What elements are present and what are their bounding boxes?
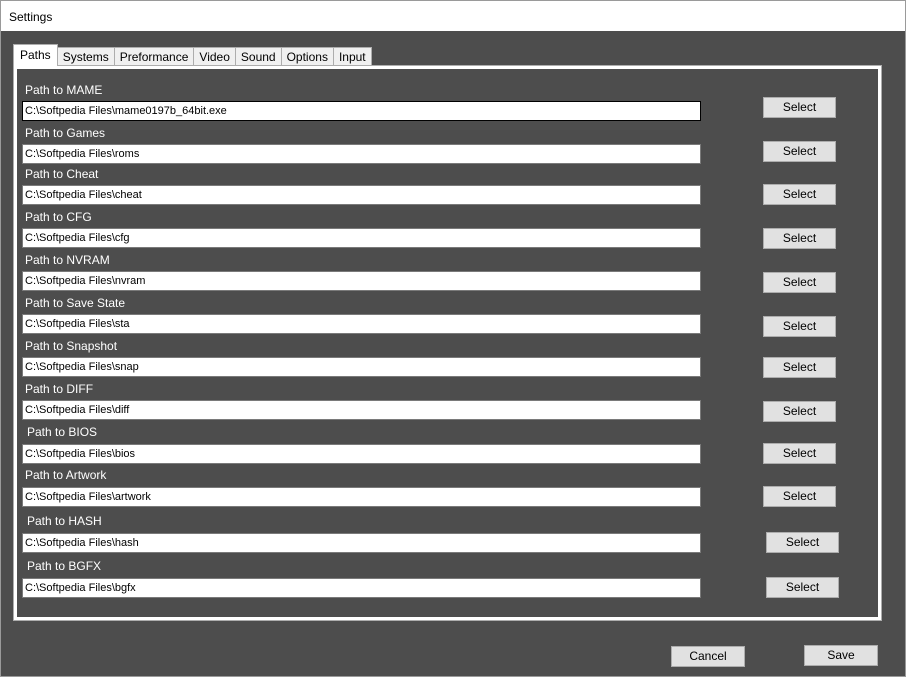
select-button-mame[interactable]: Select: [763, 97, 836, 118]
tab-sound[interactable]: Sound: [234, 47, 282, 66]
tab-video[interactable]: Video: [193, 47, 236, 66]
window-title: Settings: [9, 10, 53, 24]
save-button[interactable]: Save: [804, 645, 878, 666]
path-label-artwork: Path to Artwork: [25, 468, 107, 482]
path-label-cfg: Path to CFG: [25, 210, 92, 224]
select-button-cheat[interactable]: Select: [763, 184, 836, 205]
select-button-save-state[interactable]: Select: [763, 316, 836, 337]
select-button-hash[interactable]: Select: [766, 532, 839, 553]
path-label-bgfx: Path to BGFX: [27, 559, 102, 573]
path-input-diff[interactable]: C:\Softpedia Files\diff: [22, 400, 701, 420]
path-label-hash: Path to HASH: [27, 514, 102, 528]
path-input-games[interactable]: C:\Softpedia Files\roms: [22, 144, 701, 164]
tab-paths[interactable]: Paths: [13, 44, 58, 66]
path-input-snapshot[interactable]: C:\Softpedia Files\snap: [22, 357, 701, 377]
path-input-bios[interactable]: C:\Softpedia Files\bios: [22, 444, 701, 464]
select-button-bgfx[interactable]: Select: [766, 577, 839, 598]
tab-performance[interactable]: Preformance: [113, 47, 195, 66]
select-button-cfg[interactable]: Select: [763, 228, 836, 249]
tab-options[interactable]: Options: [280, 47, 334, 66]
select-button-artwork[interactable]: Select: [763, 486, 836, 507]
tab-strip: Paths Systems Preformance Video Sound Op…: [13, 44, 372, 66]
path-input-cfg[interactable]: C:\Softpedia Files\cfg: [22, 228, 701, 248]
tab-systems[interactable]: Systems: [56, 47, 115, 66]
path-label-snapshot: Path to Snapshot: [25, 339, 118, 353]
path-label-mame: Path to MAME: [25, 83, 103, 97]
path-label-diff: Path to DIFF: [25, 382, 94, 396]
tab-input[interactable]: Input: [332, 47, 372, 66]
select-button-games[interactable]: Select: [763, 141, 836, 162]
path-input-artwork[interactable]: C:\Softpedia Files\artwork: [22, 487, 701, 507]
select-button-nvram[interactable]: Select: [763, 272, 836, 293]
path-label-cheat: Path to Cheat: [25, 167, 99, 181]
path-label-bios: Path to BIOS: [27, 425, 98, 439]
path-input-save-state[interactable]: C:\Softpedia Files\sta: [22, 314, 701, 334]
path-input-mame[interactable]: C:\Softpedia Files\mame0197b_64bit.exe: [22, 101, 701, 121]
path-label-games: Path to Games: [25, 126, 106, 140]
cancel-button[interactable]: Cancel: [671, 646, 745, 667]
select-button-snapshot[interactable]: Select: [763, 357, 836, 378]
select-button-diff[interactable]: Select: [763, 401, 836, 422]
path-input-hash[interactable]: C:\Softpedia Files\hash: [22, 533, 701, 553]
path-input-cheat[interactable]: C:\Softpedia Files\cheat: [22, 185, 701, 205]
title-bar: Settings: [0, 0, 906, 31]
path-label-nvram: Path to NVRAM: [25, 253, 110, 267]
select-button-bios[interactable]: Select: [763, 443, 836, 464]
path-input-bgfx[interactable]: C:\Softpedia Files\bgfx: [22, 578, 701, 598]
path-input-nvram[interactable]: C:\Softpedia Files\nvram: [22, 271, 701, 291]
path-label-save-state: Path to Save State: [25, 296, 126, 310]
